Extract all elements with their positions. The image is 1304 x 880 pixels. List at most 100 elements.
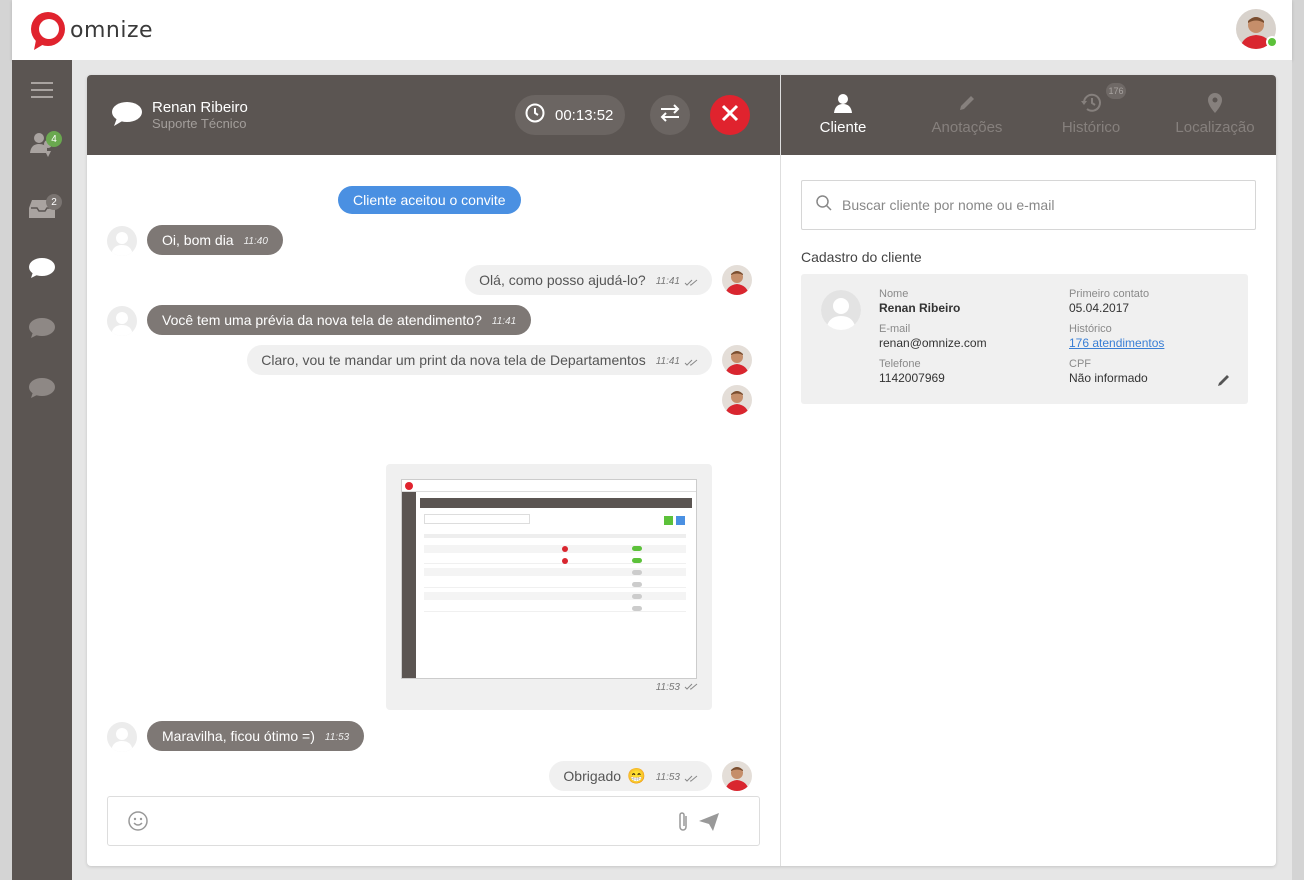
send-icon[interactable] xyxy=(698,812,720,837)
message-text: Claro, vou te mandar um print da nova te… xyxy=(261,352,646,368)
close-icon xyxy=(721,104,739,127)
omnize-logo-icon xyxy=(28,10,68,50)
message-bubble-incoming: Maravilha, ficou ótimo =) 11:53 xyxy=(147,721,365,751)
message-time: 11:40 xyxy=(243,236,268,247)
history-icon xyxy=(1080,92,1102,114)
message-bubble-incoming: Você tem uma prévia da nova tela de aten… xyxy=(147,305,532,335)
client-name: Renan Ribeiro xyxy=(879,301,961,315)
cpf-label: CPF xyxy=(1069,358,1091,370)
agent-avatar xyxy=(722,761,752,791)
message-time: 11:41 xyxy=(491,316,517,327)
agent-avatar xyxy=(722,345,752,375)
message-text: Olá, como posso ajudá-lo? xyxy=(479,272,646,288)
page-border-right xyxy=(1292,0,1304,880)
name-label: Nome xyxy=(879,288,909,300)
customer-avatar xyxy=(107,722,137,752)
search-icon xyxy=(816,194,832,216)
message-time: 11:41 xyxy=(655,276,680,287)
visitors-badge: 4 xyxy=(46,131,62,147)
chat-header: Renan Ribeiro Suporte Técnico 00:13:52 xyxy=(87,75,780,155)
message-time: 11:53 xyxy=(324,732,350,743)
end-chat-button[interactable] xyxy=(710,95,750,135)
message-bubble-outgoing: Olá, como posso ajudá-lo? 11:41 xyxy=(465,265,712,295)
transfer-button[interactable] xyxy=(650,95,690,135)
client-tabs: Cliente Anotações Histórico 176 Localiza… xyxy=(781,75,1276,155)
top-bar: omnize xyxy=(12,0,1292,60)
message-list: Cliente aceitou o convite Oi, bom dia 11… xyxy=(87,155,780,866)
sidebar-item-inbox[interactable]: 2 xyxy=(12,190,72,230)
email-label: E-mail xyxy=(879,323,911,335)
attachment-icon[interactable] xyxy=(676,811,690,838)
message-text: Oi, bom dia xyxy=(162,232,234,248)
location-pin-icon xyxy=(1207,92,1223,114)
message-bubble-outgoing: Claro, vou te mandar um print da nova te… xyxy=(247,345,712,375)
online-status-dot xyxy=(1266,36,1278,48)
client-avatar xyxy=(821,290,861,330)
message-input[interactable] xyxy=(107,796,760,846)
tab-cliente[interactable]: Cliente xyxy=(781,75,905,155)
client-record-card: Nome Renan Ribeiro E-mail renan@omnize.c… xyxy=(801,274,1248,404)
double-check-icon xyxy=(684,274,698,290)
client-history-link[interactable]: 176 atendimentos xyxy=(1069,336,1164,350)
tab-localizacao[interactable]: Localização xyxy=(1153,75,1276,155)
system-message: Cliente aceitou o convite xyxy=(338,186,521,214)
message-text: Você tem uma prévia da nova tela de aten… xyxy=(162,312,482,328)
message-time: 11:53 xyxy=(655,772,680,783)
emoji-icon[interactable] xyxy=(128,811,148,836)
message-time: 11:53 xyxy=(655,681,680,693)
inbox-badge: 2 xyxy=(46,194,62,210)
tab-label: Histórico xyxy=(1061,119,1121,136)
chat-card: Renan Ribeiro Suporte Técnico 00:13:52 C… xyxy=(87,75,1276,866)
tab-anotacoes[interactable]: Anotações xyxy=(905,75,1029,155)
panel-divider xyxy=(780,75,781,866)
tab-label: Anotações xyxy=(931,119,1003,136)
screenshot-thumbnail[interactable] xyxy=(401,479,697,679)
tab-historico[interactable]: Histórico 176 xyxy=(1029,75,1153,155)
phone-label: Telefone xyxy=(879,358,921,370)
agent-avatar xyxy=(722,265,752,295)
omnize-logo[interactable]: omnize xyxy=(28,8,153,52)
double-check-icon xyxy=(684,678,698,696)
menu-icon[interactable] xyxy=(12,70,72,110)
agent-avatar xyxy=(722,385,752,415)
client-email: renan@omnize.com xyxy=(879,336,987,350)
contact-department: Suporte Técnico xyxy=(152,116,247,131)
page-border-left xyxy=(0,0,12,880)
customer-avatar xyxy=(107,226,137,256)
tab-label: Cliente xyxy=(819,119,867,136)
sidebar-item-active-chat[interactable] xyxy=(12,250,72,290)
user-icon xyxy=(833,92,853,114)
client-search-input[interactable] xyxy=(842,197,1222,213)
transfer-arrows-icon xyxy=(659,103,681,127)
client-search[interactable] xyxy=(801,180,1256,230)
clock-icon xyxy=(525,103,545,128)
message-image-bubble[interactable]: 11:53 xyxy=(386,464,712,710)
chat-timer: 00:13:52 xyxy=(515,95,625,135)
pencil-icon xyxy=(958,92,976,114)
chat-bubble-icon xyxy=(28,257,56,284)
sidebar: 4 2 xyxy=(12,60,72,880)
timer-value: 00:13:52 xyxy=(555,106,614,124)
client-first-contact: 05.04.2017 xyxy=(1069,301,1130,315)
image-time: 11:53 xyxy=(646,675,698,696)
sidebar-item-visitors[interactable]: 4 xyxy=(12,127,72,167)
edit-pencil-icon[interactable] xyxy=(1217,373,1231,392)
message-bubble-outgoing: Obrigado 😁 11:53 xyxy=(549,761,712,791)
client-cpf: Não informado xyxy=(1069,371,1148,385)
client-section-title: Cadastro do cliente xyxy=(801,249,922,265)
message-text: Maravilha, ficou ótimo =) xyxy=(162,728,315,744)
history-count-badge: 176 xyxy=(1106,83,1126,99)
message-bubble-incoming: Oi, bom dia 11:40 xyxy=(147,225,283,255)
chat-bubble-icon xyxy=(28,377,56,404)
first-contact-label: Primeiro contato xyxy=(1069,288,1150,300)
grin-emoji: 😁 xyxy=(627,768,646,785)
double-check-icon xyxy=(684,354,698,370)
chat-bubble-icon xyxy=(28,317,56,344)
sidebar-item-chat-2[interactable] xyxy=(12,310,72,350)
logo-text: omnize xyxy=(70,17,154,43)
message-time: 11:41 xyxy=(655,356,680,367)
double-check-icon xyxy=(684,770,698,786)
customer-avatar xyxy=(107,306,137,336)
sidebar-item-chat-3[interactable] xyxy=(12,370,72,410)
client-phone: 1142007969 xyxy=(879,371,945,385)
